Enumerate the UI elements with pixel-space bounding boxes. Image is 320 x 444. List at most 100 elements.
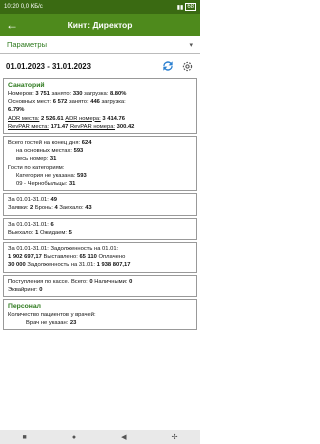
- bookings-card[interactable]: За 01.01-31.01: 49 Заявки: 2 Бронь: 4 За…: [3, 193, 197, 216]
- departures-period-line: За 01.01-31.01: 6: [8, 221, 192, 229]
- guests-main-line: на основных местах: 593: [8, 147, 192, 155]
- signal-icon: ▮▮: [176, 4, 184, 11]
- adr-places-label[interactable]: ADR места:: [8, 116, 39, 122]
- rooms-value: 3 751: [35, 91, 50, 97]
- recent-apps-icon[interactable]: ■: [23, 434, 27, 441]
- debt-card[interactable]: За 01.01-31.01: Задолженность на 01.01: …: [3, 242, 197, 273]
- cash-line2: Эквайринг: 0: [8, 286, 192, 294]
- debt-end-value: 1 938 807,17: [96, 262, 131, 269]
- expected-value: 5: [68, 229, 72, 236]
- left-label: Выехало:: [8, 229, 34, 236]
- settings-gear-icon[interactable]: [181, 60, 194, 73]
- guests-total-value: 624: [81, 140, 92, 147]
- guests-whole-value: 31: [49, 156, 57, 163]
- guests-cat1-label: Категория не указана:: [16, 172, 76, 179]
- issued-label: Выставлено:: [43, 254, 78, 261]
- bookings-period-value: 49: [50, 197, 57, 204]
- back-arrow-icon[interactable]: ←: [6, 18, 20, 32]
- adr-rooms-label[interactable]: ADR номера:: [65, 116, 101, 122]
- rooms-line: Номеров: 3 751 занято: 330 загрузка: 8.8…: [8, 90, 192, 98]
- date-row: 01.01.2023 - 31.01.2023: [0, 54, 200, 78]
- requests-label: Заявки:: [8, 205, 29, 212]
- checked-in-value: 43: [85, 205, 92, 212]
- chevron-down-icon: ▾: [189, 41, 193, 49]
- debt-line1: За 01.01-31.01: Задолженность на 01.01:: [8, 246, 119, 253]
- issued-value: 65 110: [79, 254, 97, 261]
- patients-line: Количество пациентов у врачей:: [8, 312, 96, 319]
- status-bar: 10:20 0,0 КБ/с ▮▮ 68: [0, 0, 200, 14]
- guests-total-label: Всего гостей на конец дня:: [8, 140, 81, 147]
- home-icon[interactable]: ●: [72, 434, 76, 441]
- debt-end-label: Задолженность на 31.01:: [27, 262, 96, 269]
- period-dates[interactable]: 01.01.2023 - 31.01.2023: [6, 62, 91, 71]
- adr-places-value: 2 526.61: [41, 115, 64, 122]
- checked-in-label: Заехало:: [59, 205, 84, 212]
- guests-cat2-value: 31: [68, 181, 76, 188]
- refresh-icon[interactable]: [161, 59, 175, 73]
- status-speed: 0,0 КБ/с: [20, 4, 43, 10]
- acquiring-value: 0: [39, 286, 43, 293]
- guests-cat1-line: Категория не указана: 593: [8, 172, 192, 180]
- guests-cat1-value: 593: [77, 172, 87, 179]
- status-time: 10:20: [4, 4, 20, 10]
- revpar-places-label[interactable]: RevPAR места:: [8, 124, 49, 130]
- cash-label: Наличными:: [94, 278, 128, 285]
- departures-card[interactable]: За 01.01-31.01: 6 Выехало: 1 Ожидаем: 5: [3, 217, 197, 241]
- revpar-line: RevPAR места: 171.47 RevPAR номера: 300.…: [8, 123, 192, 131]
- adr-rooms-value: 3 414.76: [102, 115, 125, 122]
- cash-total-value: 0: [89, 278, 93, 285]
- load-label: загрузка:: [84, 91, 109, 97]
- revpar-rooms-value: 300.42: [116, 123, 135, 130]
- bookings-detail-line: Заявки: 2 Бронь: 4 Заехало: 43: [8, 204, 192, 212]
- doctor-label: Врач не указан:: [26, 320, 69, 327]
- cash-line1: Поступления по кассе. Всего: 0 Наличными…: [8, 278, 192, 286]
- cash-value: 0: [129, 278, 133, 285]
- guests-cat-title: Гости по категориям:: [8, 164, 65, 171]
- acquiring-label: Эквайринг:: [8, 286, 38, 293]
- paid-value: 30 000: [8, 262, 26, 269]
- main-places-label: Основных мест:: [8, 99, 52, 106]
- occupied-value: 330: [72, 91, 83, 97]
- main-places-line: Основных мест: 6 572 занято: 446 загрузк…: [8, 98, 192, 106]
- main-places-value: 6 572: [52, 99, 68, 106]
- booking-value: 4: [54, 205, 58, 212]
- debt-start-value: 1 902 697,17: [8, 254, 42, 261]
- app-bar: ← Кинт: Директор: [0, 14, 200, 36]
- battery-icon: 68: [185, 3, 196, 11]
- guests-main-label: на основных местах:: [16, 148, 72, 155]
- params-dropdown[interactable]: Параметры ▾: [0, 36, 200, 54]
- revpar-rooms-label[interactable]: RevPAR номера:: [70, 124, 115, 130]
- booking-label: Бронь:: [34, 205, 53, 212]
- revpar-places-value: 171.47: [50, 123, 69, 130]
- cash-card[interactable]: Поступления по кассе. Всего: 0 Наличными…: [3, 274, 197, 298]
- debt-line2: 1 902 697,17 Выставлено: 65 110 Оплачено: [8, 253, 192, 261]
- staff-title: Персонал: [8, 303, 41, 311]
- occupied-label: занято:: [51, 91, 72, 97]
- requests-value: 2: [29, 205, 34, 212]
- guests-main-value: 593: [73, 148, 84, 155]
- main-load-value: 6.79%: [8, 107, 25, 114]
- guests-cat2-line: 09 - Чернобыльцы: 31: [8, 180, 192, 188]
- expected-label: Ожидаем:: [39, 229, 68, 236]
- debt-line3: 30 000 Задолженность на 31.01: 1 938 807…: [8, 261, 192, 269]
- sanatorium-title: Санаторий: [8, 82, 45, 89]
- staff-card: Персонал Количество пациентов у врачей: …: [3, 299, 197, 331]
- main-occupied-value: 446: [90, 99, 100, 106]
- accessibility-icon[interactable]: ✢: [172, 433, 178, 441]
- back-nav-icon[interactable]: ◀: [121, 433, 126, 441]
- load-value: 8.80%: [109, 91, 127, 97]
- bookings-period-line: За 01.01-31.01: 49: [8, 196, 192, 204]
- doctor-value: 23: [69, 320, 77, 327]
- departures-period-value: 6: [50, 221, 54, 228]
- guests-cat2-label: 09 - Чернобыльцы:: [16, 181, 68, 188]
- system-nav-bar: ■ ● ◀ ✢: [0, 430, 200, 444]
- doctor-line: Врач не указан: 23: [8, 319, 192, 327]
- left-value: 1: [35, 229, 39, 236]
- departures-period-label: За 01.01-31.01:: [8, 221, 49, 228]
- app-title: Кинт: Директор: [67, 20, 133, 30]
- bookings-period-label: За 01.01-31.01:: [8, 197, 49, 204]
- paid-label: Оплачено: [98, 254, 126, 261]
- adr-line: ADR места: 2 526.61 ADR номера: 3 414.76: [8, 115, 192, 123]
- main-load-label: загрузка:: [101, 99, 126, 106]
- guests-total-line: Всего гостей на конец дня: 624: [8, 139, 192, 147]
